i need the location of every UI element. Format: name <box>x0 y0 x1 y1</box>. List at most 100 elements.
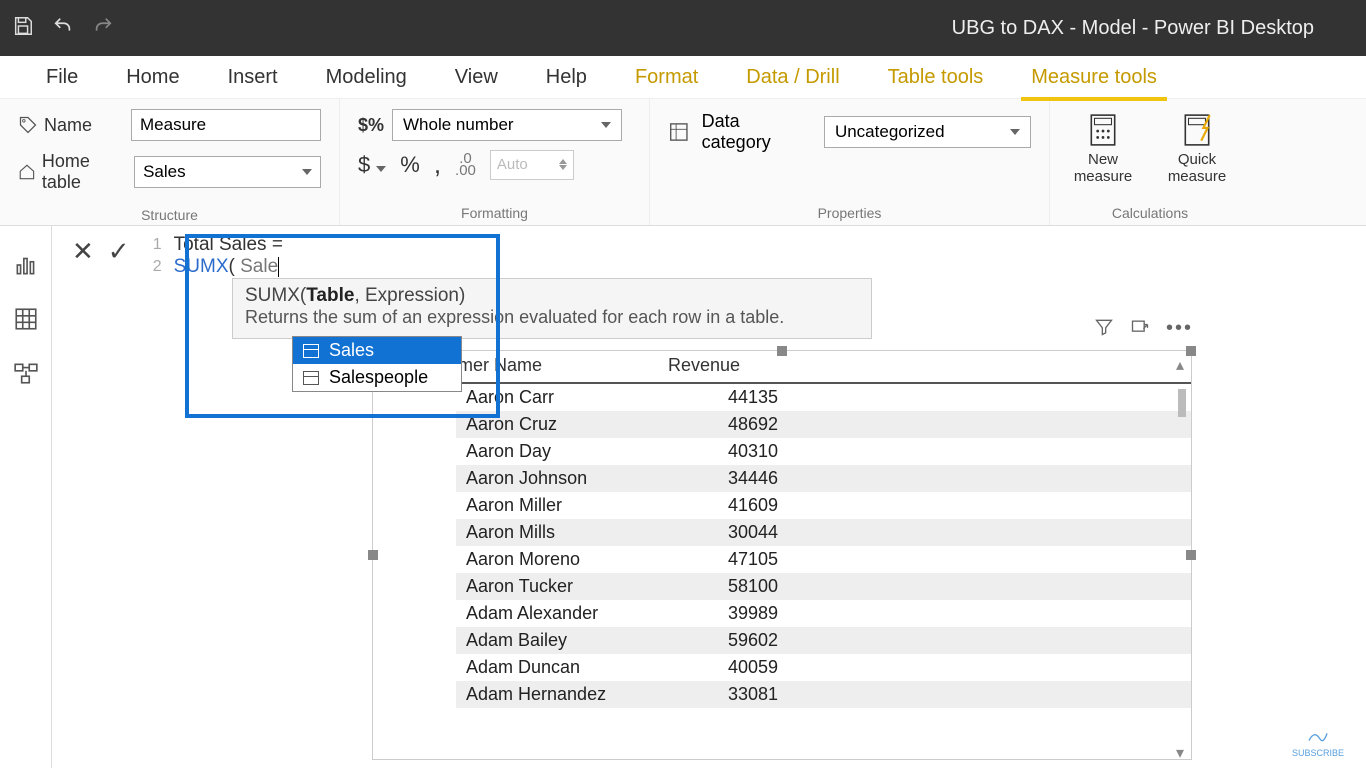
tab-measure-tools[interactable]: Measure tools <box>1007 58 1181 97</box>
cell-name: Adam Hernandez <box>456 681 666 708</box>
view-switcher <box>0 226 52 768</box>
cell-revenue: 39989 <box>666 600 786 627</box>
table-row[interactable]: Adam Hernandez33081 <box>456 681 1191 708</box>
thousands-separator-button[interactable]: , <box>434 149 441 180</box>
table-row[interactable]: Aaron Johnson34446 <box>456 465 1191 492</box>
group-title-properties: Properties <box>668 201 1031 221</box>
cell-name: Adam Bailey <box>456 627 666 654</box>
home-table-dropdown[interactable]: Sales <box>134 156 321 188</box>
column-header[interactable]: Revenue <box>666 351 786 382</box>
cell-name: Aaron Mills <box>456 519 666 546</box>
function-name: SUMX <box>174 256 229 277</box>
cell-name: Aaron Day <box>456 438 666 465</box>
tab-home[interactable]: Home <box>102 58 203 97</box>
tab-modeling[interactable]: Modeling <box>302 58 431 97</box>
calculator-lightning-icon <box>1180 113 1214 147</box>
table-row[interactable]: Aaron Day40310 <box>456 438 1191 465</box>
intellisense-item[interactable]: Salespeople <box>293 364 461 391</box>
home-table-label: Home table <box>18 151 124 193</box>
line-number: 1 <box>148 236 162 254</box>
redo-icon[interactable] <box>92 15 114 42</box>
cell-revenue: 30044 <box>666 519 786 546</box>
window-title: UBG to DAX - Model - Power BI Desktop <box>114 17 1354 40</box>
data-category-dropdown[interactable]: Uncategorized <box>824 116 1031 148</box>
measure-name-input[interactable] <box>131 109 321 141</box>
report-view-icon[interactable] <box>13 252 39 278</box>
formula-bar: ✕ ✓ 1 Total Sales = 2 SUMX( Sale <box>52 226 1366 278</box>
resize-handle[interactable] <box>368 550 378 560</box>
model-view-icon[interactable] <box>13 360 39 386</box>
ribbon-group-calculations: New measure Quick measure Calculations <box>1050 99 1250 225</box>
cell-name: Aaron Moreno <box>456 546 666 573</box>
table-row[interactable]: Aaron Miller41609 <box>456 492 1191 519</box>
table-row[interactable]: Aaron Cruz48692 <box>456 411 1191 438</box>
tab-help[interactable]: Help <box>522 58 611 97</box>
formula-text: Total Sales = <box>174 234 283 256</box>
typed-argument: Sale <box>240 256 278 277</box>
table-visual[interactable]: ••• mer Name Revenue Aaron Carr44135Aaro… <box>372 350 1192 760</box>
scrollbar[interactable]: ▴ ▾ <box>1175 355 1189 755</box>
calculator-icon <box>1086 113 1120 147</box>
report-canvas: ✕ ✓ 1 Total Sales = 2 SUMX( Sale SUMX(Ta… <box>52 226 1366 768</box>
resize-handle[interactable] <box>777 346 787 356</box>
save-icon[interactable] <box>12 15 34 42</box>
table-row[interactable]: Adam Duncan40059 <box>456 654 1191 681</box>
tab-insert[interactable]: Insert <box>204 58 302 97</box>
intellisense-item[interactable]: Sales <box>293 337 461 364</box>
formula-editor[interactable]: 1 Total Sales = 2 SUMX( Sale <box>148 234 283 278</box>
table-row[interactable]: Aaron Mills30044 <box>456 519 1191 546</box>
table-row[interactable]: Aaron Carr44135 <box>456 384 1191 411</box>
focus-mode-icon[interactable] <box>1130 317 1150 343</box>
home-icon <box>18 162 36 182</box>
ribbon-tabs: FileHomeInsertModelingViewHelpFormatData… <box>0 56 1366 98</box>
filter-icon[interactable] <box>1094 317 1114 343</box>
category-icon <box>668 121 690 143</box>
format-dropdown[interactable]: Whole number <box>392 109 622 141</box>
decimal-places-spinner[interactable]: Auto <box>490 150 574 180</box>
function-tooltip: SUMX(Table, Expression) Returns the sum … <box>232 278 872 339</box>
table-row[interactable]: Aaron Moreno47105 <box>456 546 1191 573</box>
table-row[interactable]: Aaron Tucker58100 <box>456 573 1191 600</box>
percent-button[interactable]: % <box>400 152 420 178</box>
cell-revenue: 58100 <box>666 573 786 600</box>
cell-name: Aaron Cruz <box>456 411 666 438</box>
scroll-thumb[interactable] <box>1178 389 1186 417</box>
data-category-label: Data category <box>702 111 812 153</box>
undo-icon[interactable] <box>52 15 74 42</box>
cell-revenue: 40310 <box>666 438 786 465</box>
scroll-up-icon[interactable]: ▴ <box>1176 355 1188 367</box>
cell-revenue: 41609 <box>666 492 786 519</box>
spinner-arrows-icon[interactable] <box>559 159 567 170</box>
new-measure-button[interactable]: New measure <box>1068 113 1138 185</box>
table-header-row: mer Name Revenue <box>456 351 1191 384</box>
title-bar: UBG to DAX - Model - Power BI Desktop <box>0 0 1366 56</box>
more-options-icon[interactable]: ••• <box>1166 317 1193 343</box>
data-view-icon[interactable] <box>13 306 39 332</box>
commit-formula-button[interactable]: ✓ <box>108 236 130 267</box>
tab-data-drill[interactable]: Data / Drill <box>722 58 863 97</box>
quick-measure-button[interactable]: Quick measure <box>1162 113 1232 185</box>
tab-view[interactable]: View <box>431 58 522 97</box>
cell-name: Aaron Johnson <box>456 465 666 492</box>
tab-table-tools[interactable]: Table tools <box>864 58 1008 97</box>
table-row[interactable]: Adam Alexander39989 <box>456 600 1191 627</box>
column-header[interactable]: mer Name <box>456 351 666 382</box>
currency-button[interactable]: $ <box>358 152 386 178</box>
quick-access-toolbar <box>12 15 114 42</box>
table-icon <box>303 344 319 358</box>
intellisense-popup[interactable]: SalesSalespeople <box>292 336 462 392</box>
cancel-formula-button[interactable]: ✕ <box>72 236 94 267</box>
table-row[interactable]: Adam Bailey59602 <box>456 627 1191 654</box>
tab-file[interactable]: File <box>22 58 102 97</box>
group-title-structure: Structure <box>18 203 321 223</box>
ribbon-group-structure: Name Home table Sales Structure <box>0 99 340 225</box>
cell-name: Aaron Carr <box>456 384 666 411</box>
format-icon: $% <box>358 115 384 136</box>
scroll-down-icon[interactable]: ▾ <box>1176 743 1188 755</box>
tab-format[interactable]: Format <box>611 58 722 97</box>
cell-name: Adam Alexander <box>456 600 666 627</box>
group-title-calculations: Calculations <box>1068 201 1232 221</box>
cell-revenue: 47105 <box>666 546 786 573</box>
cell-name: Aaron Tucker <box>456 573 666 600</box>
group-title-formatting: Formatting <box>358 201 631 221</box>
